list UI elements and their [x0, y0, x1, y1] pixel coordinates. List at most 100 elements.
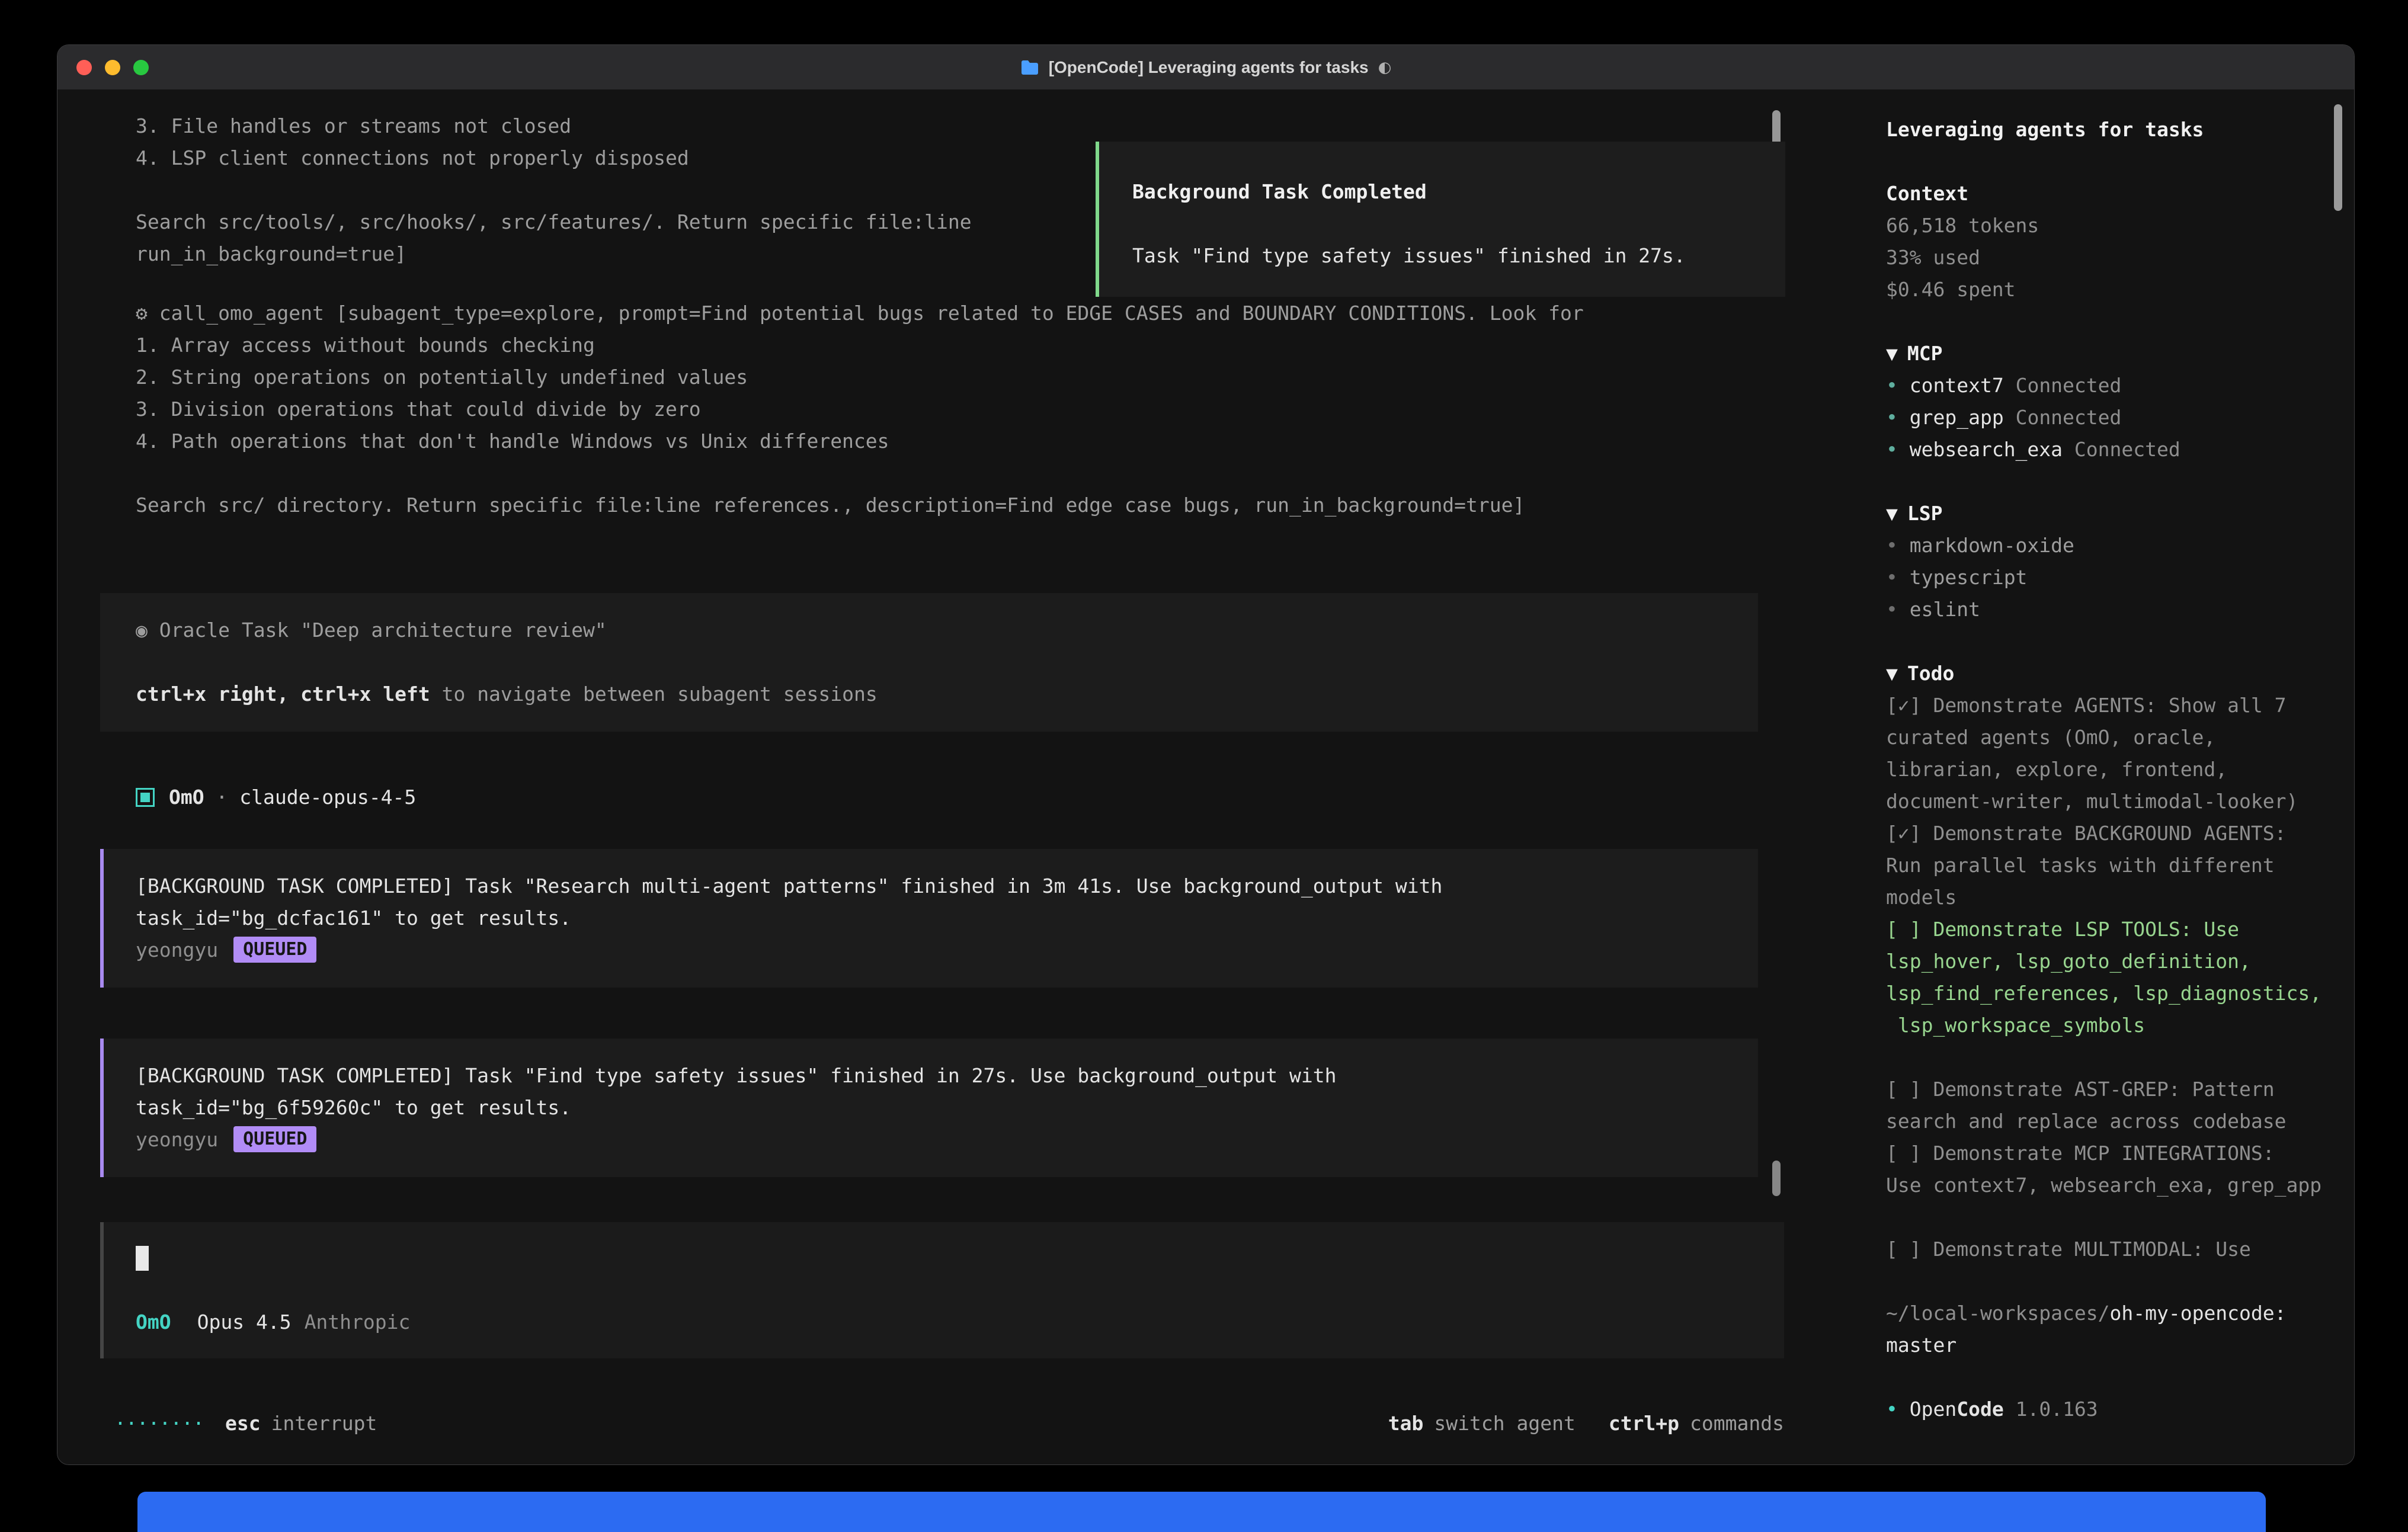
mcp-item-name: websearch_exa [1910, 438, 2063, 461]
blank-line [136, 1274, 1784, 1306]
cmd-key-label: commands [1690, 1412, 1784, 1435]
bullet-icon: • [1886, 438, 1898, 461]
tool-call-line: ⚙ call_omo_agent [subagent_type=explore,… [136, 297, 1758, 329]
oracle-icon: ◉ [136, 618, 148, 642]
hint-separator: , [277, 682, 300, 706]
text-cursor [136, 1246, 149, 1271]
blank-line [1886, 1361, 2321, 1393]
todo-line: lsp_workspace_symbols [1886, 1009, 2321, 1041]
todo-line: lsp_hover, lsp_goto_definition, [1886, 946, 2321, 977]
folder-icon [1020, 60, 1039, 75]
todo-section-heading[interactable]: ▼Todo [1886, 658, 2321, 690]
bullet-icon: • [1886, 374, 1898, 397]
mcp-section-heading[interactable]: ▼MCP [1886, 338, 2321, 370]
oracle-task-title-line: ◉ Oracle Task "Deep architecture review" [136, 614, 1722, 646]
background-task-message: [BACKGROUND TASK COMPLETED] Task "Resear… [100, 849, 1758, 988]
message-line: [BACKGROUND TASK COMPLETED] Task "Find t… [136, 1060, 1726, 1092]
todo-line: models [1886, 882, 2321, 914]
tab-key-label: switch agent [1434, 1412, 1575, 1435]
todo-line: [ ] Demonstrate MCP INTEGRATIONS: [1886, 1137, 2321, 1169]
bullet-icon: • [1886, 566, 1898, 589]
app-name-bold: Code [1956, 1398, 2003, 1421]
zoom-button[interactable] [133, 60, 149, 75]
lsp-item-name: typescript [1910, 566, 2028, 589]
lsp-item: • markdown-oxide [1886, 530, 2321, 562]
todo-line: [✓] Demonstrate AGENTS: Show all 7 [1886, 690, 2321, 722]
blank-line [136, 646, 1722, 678]
todo-line: librarian, explore, frontend, [1886, 754, 2321, 786]
sidebar-scrollbar-thumb[interactable] [2334, 104, 2342, 211]
agent-name-model: OmO · claude-opus-4-5 [169, 781, 416, 813]
app-version-row: • OpenCode 1.0.163 [1886, 1393, 2321, 1425]
todo-line: document-writer, multimodal-looker) [1886, 786, 2321, 818]
gear-icon: ⚙ [136, 302, 148, 325]
message-meta-row: yeongyuQUEUED [136, 1124, 1726, 1156]
todo-line: Use context7, websearch_exa, grep_app [1886, 1169, 2321, 1201]
status-right: tabswitch agentctrl+pcommands [1388, 1408, 1784, 1440]
window-title-text: [OpenCode] Leveraging agents for tasks [1049, 58, 1369, 77]
blank-line [1886, 466, 2321, 498]
collapse-triangle-icon: ▼ [1886, 342, 1898, 365]
bullet-icon: • [1886, 406, 1898, 429]
todo-item-done: [✓] Demonstrate AGENTS: Show all 7 curat… [1886, 690, 2321, 818]
task-completed-toast[interactable]: Background Task Completed Task "Find typ… [1096, 142, 1785, 297]
tool-call-text: call_omo_agent [subagent_type=explore, p… [159, 302, 1584, 325]
hint-text: to navigate between subagent sessions [430, 682, 878, 706]
mcp-item-name: grep_app [1910, 406, 2004, 429]
titlebar[interactable]: [OpenCode] Leveraging agents for tasks ◐ [57, 45, 2354, 90]
agent-header-row: OmO · claude-opus-4-5 [100, 781, 1758, 813]
lsp-item: • typescript [1886, 562, 2321, 594]
window-content: 3. File handles or streams not closed 4.… [57, 90, 2354, 1464]
window-controls [76, 45, 149, 89]
tool-call-list-item: 4. Path operations that don't handle Win… [136, 425, 1758, 457]
blank-line [1886, 1201, 2321, 1233]
blank-line [1886, 146, 2321, 178]
app-name-normal: Open [1910, 1398, 1956, 1421]
session-sidebar: Leveraging agents for tasks Context 66,5… [1811, 90, 2354, 1464]
bullet-icon: • [1886, 1398, 1898, 1421]
todo-item-pending: [ ] Demonstrate AST-GREP: Pattern search… [1886, 1073, 2321, 1137]
workspace-branch: master [1886, 1329, 2321, 1361]
lsp-section-heading[interactable]: ▼LSP [1886, 498, 2321, 530]
context-tokens: 66,518 tokens [1886, 210, 2321, 242]
blank-line [1886, 626, 2321, 658]
agent-name: OmO [169, 786, 204, 809]
minimize-button[interactable] [105, 60, 120, 75]
todo-line: [ ] Demonstrate LSP TOOLS: Use [1886, 914, 2321, 946]
todo-line: curated agents (OmO, oracle, [1886, 722, 2321, 754]
lsp-heading-label: LSP [1907, 502, 1943, 525]
mcp-item: • websearch_exa Connected [1886, 434, 2321, 466]
workspace-path: ~/local-workspaces/oh-my-opencode: [1886, 1297, 2321, 1329]
toast-body: Task "Find type safety issues" finished … [1132, 240, 1785, 272]
blank-line [1886, 306, 2321, 338]
bullet-icon: • [1886, 598, 1898, 621]
esc-key-hint: esc [225, 1412, 261, 1435]
message-line: task_id="bg_6f59260c" to get results. [136, 1092, 1726, 1124]
close-button[interactable] [76, 60, 92, 75]
message-line: task_id="bg_dcfac161" to get results. [136, 902, 1726, 934]
blank-line [1886, 1265, 2321, 1297]
queued-badge: QUEUED [233, 937, 316, 963]
background-window-strip [137, 1492, 2266, 1532]
agent-checkbox-icon [136, 788, 155, 807]
tool-call-list-item: 3. Division operations that could divide… [136, 393, 1758, 425]
input-model-name[interactable]: Opus 4.5 [197, 1310, 292, 1334]
mcp-item-status: Connected [2016, 374, 2122, 397]
prompt-input[interactable]: OmOOpus 4.5Anthropic [100, 1222, 1784, 1358]
recording-status-icon: ◐ [1378, 59, 1392, 76]
todo-item-done: [✓] Demonstrate BACKGROUND AGENTS: Run p… [1886, 818, 2321, 914]
lsp-item-name: eslint [1910, 598, 1980, 621]
toast-title: Background Task Completed [1132, 176, 1785, 208]
main-scrollbar-mark[interactable] [1772, 1161, 1781, 1196]
tab-key-hint: tab [1388, 1412, 1424, 1435]
tool-call-list-item: 1. Array access without bounds checking [136, 329, 1758, 361]
hint-key: ctrl+x left [300, 682, 430, 706]
agent-separator: · [216, 786, 228, 809]
input-cursor-line[interactable] [136, 1242, 1784, 1274]
lsp-item-name: markdown-oxide [1910, 534, 2074, 557]
status-left: ········escinterrupt [114, 1408, 377, 1440]
input-agent-name[interactable]: OmO [136, 1310, 171, 1334]
todo-line: search and replace across codebase [1886, 1105, 2321, 1137]
collapse-triangle-icon: ▼ [1886, 662, 1898, 685]
mcp-item: • context7 Connected [1886, 370, 2321, 402]
